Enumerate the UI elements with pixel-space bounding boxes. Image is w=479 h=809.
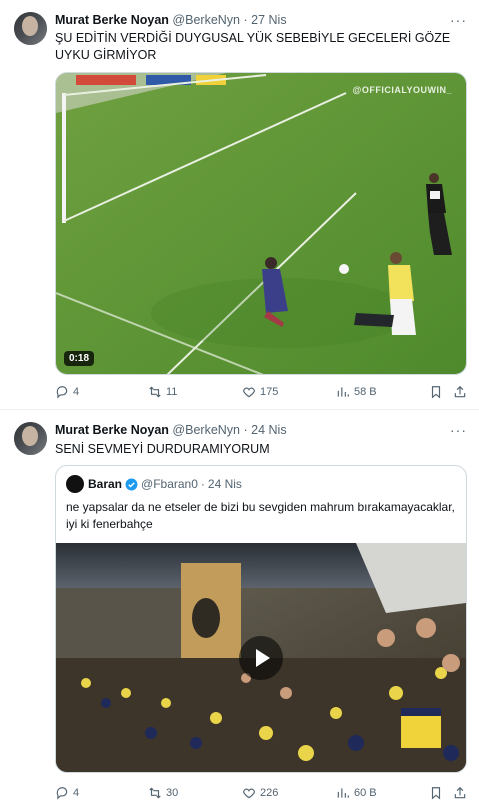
- timestamp[interactable]: 24 Nis: [251, 423, 286, 437]
- reply-icon: [56, 386, 68, 399]
- repost-icon: [149, 386, 161, 398]
- quote-header: Baran @Fbaran0 · 24 Nis: [88, 477, 242, 491]
- repost-icon: [149, 787, 161, 799]
- share-button[interactable]: [453, 385, 467, 399]
- like-count: 226: [260, 787, 279, 799]
- separator-dot: ·: [243, 423, 248, 437]
- more-options-icon[interactable]: ···: [450, 422, 467, 438]
- views-icon: [337, 387, 349, 397]
- more-options-icon[interactable]: ···: [450, 12, 467, 28]
- quote-timestamp: 24 Nis: [207, 477, 242, 491]
- repost-count: 11: [166, 386, 178, 398]
- video-duration: 0:18: [64, 351, 95, 366]
- share-button[interactable]: [453, 786, 467, 800]
- tweet-text: SENİ SEVMEYİ DURDURAMIYORUM: [55, 442, 270, 456]
- football-pitch-image: [56, 73, 466, 374]
- reply-count: 4: [73, 386, 80, 398]
- repost-button[interactable]: 11: [148, 385, 177, 399]
- quote-video-thumbnail[interactable]: [56, 543, 466, 772]
- tweet[interactable]: Murat Berke Noyan @BerkeNyn · 24 Nis ···…: [0, 410, 479, 809]
- avatar[interactable]: [14, 422, 47, 455]
- tweet-actions: 4 30 226 60 B: [55, 786, 467, 804]
- tweet-actions: 4 11 175 58 B: [55, 385, 467, 403]
- separator-dot: ·: [243, 13, 248, 27]
- avatar[interactable]: [14, 12, 47, 45]
- views-count: 58 B: [354, 386, 377, 398]
- like-button[interactable]: 175: [242, 385, 278, 399]
- tweet-header: Murat Berke Noyan @BerkeNyn · 24 Nis: [55, 423, 287, 437]
- author-handle[interactable]: @BerkeNyn: [172, 423, 240, 437]
- share-icon: [454, 786, 466, 799]
- bookmark-button[interactable]: [429, 786, 443, 800]
- quote-avatar: [66, 475, 84, 493]
- heart-icon: [243, 788, 255, 799]
- quote-text: ne yapsalar da ne etseler de bizi bu sev…: [66, 500, 455, 531]
- repost-count: 30: [166, 787, 179, 799]
- quote-author-handle: @Fbaran0: [141, 477, 198, 491]
- views-button[interactable]: 60 B: [336, 786, 377, 800]
- like-count: 175: [260, 386, 279, 398]
- play-icon[interactable]: [239, 636, 283, 680]
- reply-icon: [56, 787, 68, 800]
- like-button[interactable]: 226: [242, 786, 278, 800]
- share-icon: [454, 385, 466, 398]
- bookmark-icon: [431, 787, 441, 800]
- views-icon: [337, 788, 349, 798]
- tweet-header: Murat Berke Noyan @BerkeNyn · 27 Nis: [55, 13, 287, 27]
- tweet[interactable]: Murat Berke Noyan @BerkeNyn · 27 Nis ···…: [0, 0, 479, 408]
- quote-author-name: Baran: [88, 477, 123, 491]
- bookmark-icon: [431, 386, 441, 399]
- video-watermark: @OFFICIALYOUWIN_: [352, 85, 452, 95]
- verified-badge-icon: [125, 478, 138, 490]
- video-thumbnail[interactable]: @OFFICIALYOUWIN_ 0:18: [55, 72, 467, 375]
- heart-icon: [243, 387, 255, 398]
- author-name[interactable]: Murat Berke Noyan: [55, 423, 169, 437]
- reply-count: 4: [73, 787, 80, 799]
- author-handle[interactable]: @BerkeNyn: [172, 13, 240, 27]
- quote-separator-dot: ·: [200, 477, 205, 491]
- timestamp[interactable]: 27 Nis: [251, 13, 286, 27]
- reply-button[interactable]: 4: [55, 786, 79, 800]
- tweet-text: ŞU EDİTİN VERDİĞİ DUYGUSAL YÜK SEBEBİYLE…: [55, 31, 451, 62]
- views-button[interactable]: 58 B: [336, 385, 377, 399]
- bookmark-button[interactable]: [429, 385, 443, 399]
- repost-button[interactable]: 30: [148, 786, 178, 800]
- author-name[interactable]: Murat Berke Noyan: [55, 13, 169, 27]
- views-count: 60 B: [354, 787, 377, 799]
- reply-button[interactable]: 4: [55, 385, 79, 399]
- quoted-tweet[interactable]: Baran @Fbaran0 · 24 Nis ne yapsalar da n…: [55, 465, 467, 773]
